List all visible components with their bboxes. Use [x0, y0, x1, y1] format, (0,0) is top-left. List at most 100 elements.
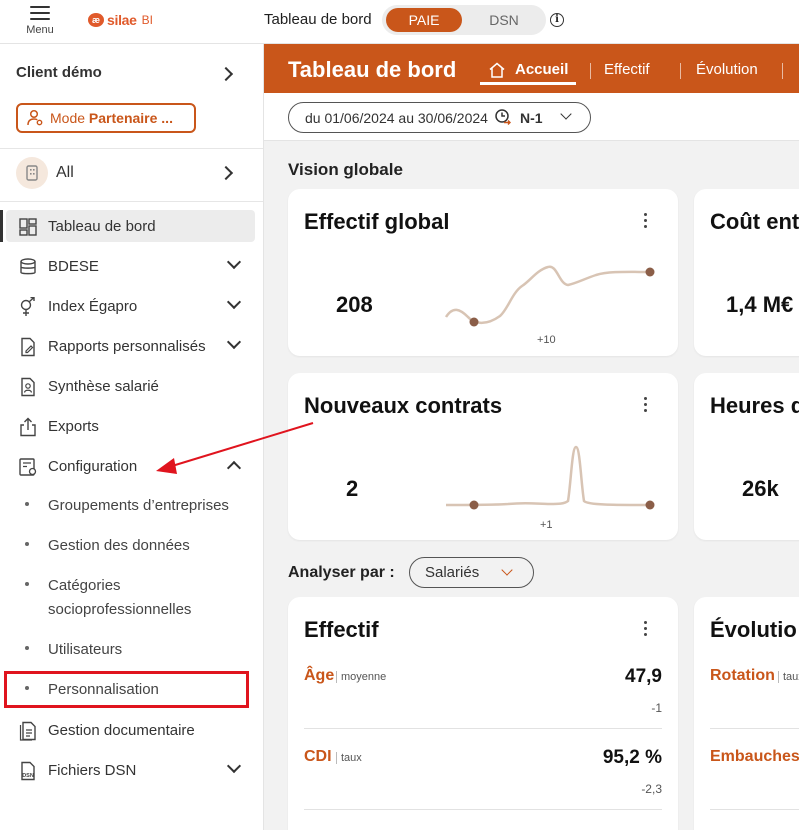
analyse-select-value: Salariés: [425, 564, 480, 581]
scope-label[interactable]: All: [56, 164, 74, 182]
page-title: Tableau de bord: [288, 57, 457, 82]
stat-sub-cdi: taux: [336, 752, 362, 764]
date-range-text: du 01/06/2024 au 30/06/2024: [305, 109, 488, 126]
sidebar-subitem-label: Gestion des données: [48, 537, 190, 554]
kpi-value: 26k: [742, 476, 779, 501]
sidebar-item-label: Exports: [48, 418, 99, 435]
sidebar-item-configuration[interactable]: Configuration: [0, 450, 263, 482]
sidebar-subitem-gestion-donnees[interactable]: Gestion des données: [0, 534, 263, 558]
toggle-paie[interactable]: PAIE: [386, 8, 462, 32]
sidebar-item-index-egapro[interactable]: Index Égapro: [0, 290, 263, 322]
sidebar-subitem-label-line1: Catégories: [48, 577, 121, 594]
tab-accueil[interactable]: Accueil: [515, 61, 568, 78]
evolution-details-card: Évolutio Rotation taux Embauches: [694, 597, 799, 830]
mode-prefix: Mode: [50, 110, 89, 126]
divider: [710, 728, 799, 729]
effectif-details-card: Effectif Âge moyenne 47,9 -1 CDI taux 95…: [288, 597, 678, 830]
card-title: Coût ent: [710, 209, 799, 234]
chevron-down-icon[interactable]: [226, 254, 242, 270]
card-title: Nouveaux contrats: [304, 393, 503, 418]
sidebar-item-gestion-documentaire[interactable]: Gestion documentaire: [0, 714, 263, 746]
page-header: Tableau de bord Accueil Effectif Évoluti…: [264, 44, 799, 93]
scope-avatar: [16, 157, 48, 189]
kpi-delta: +1: [540, 519, 553, 531]
filter-bar: du 01/06/2024 au 30/06/2024 N-1: [264, 93, 799, 141]
mode-partenaire-button[interactable]: Mode Partenaire ...: [16, 103, 196, 133]
card-title: Évolutio: [710, 617, 797, 642]
sidebar-item-label: Rapports personnalisés: [48, 338, 206, 355]
date-range-selector[interactable]: du 01/06/2024 au 30/06/2024 N-1: [288, 102, 591, 133]
export-icon: [20, 417, 36, 437]
info-icon[interactable]: i: [550, 13, 564, 27]
chevron-down-icon[interactable]: [226, 758, 242, 774]
chevron-down-icon: [560, 108, 572, 120]
sidebar-item-bdese[interactable]: BDESE: [0, 250, 263, 282]
chevron-down-icon[interactable]: [226, 334, 242, 350]
tab-separator: [782, 63, 783, 79]
top-bar-title: Tableau de bord: [264, 11, 372, 28]
kpi-value: 2: [346, 476, 359, 501]
divider: [304, 728, 662, 729]
employee-summary-icon: [21, 377, 35, 397]
home-icon: [489, 62, 505, 78]
stat-sub-rotation: taux: [778, 671, 799, 683]
sidebar-item-rapports-personnalises[interactable]: Rapports personnalisés: [0, 330, 263, 362]
sidebar-item-tableau-de-bord[interactable]: Tableau de bord: [0, 210, 263, 242]
more-options-icon[interactable]: [644, 621, 648, 637]
client-name[interactable]: Client démo: [16, 64, 102, 81]
stat-value-cdi: 95,2 %: [602, 747, 662, 768]
menu-label: Menu: [26, 24, 54, 36]
sidebar-item-fichiers-dsn[interactable]: DSN Fichiers DSN: [0, 754, 263, 786]
tab-separator: [680, 63, 681, 79]
stat-delta-cdi: -2,3: [641, 782, 662, 796]
divider: [0, 201, 263, 202]
active-tab-indicator: [480, 82, 576, 85]
card-title: Heures d: [710, 393, 799, 418]
configuration-icon: [19, 458, 37, 476]
divider: [710, 809, 799, 810]
stat-delta-age: -1: [651, 701, 662, 715]
comparison-label: N-1: [519, 109, 543, 126]
chevron-right-icon[interactable]: [218, 66, 234, 82]
dsn-file-icon: DSN: [21, 761, 35, 781]
stat-sub-age: moyenne: [336, 671, 386, 683]
sidebar-item-synthese-salarie[interactable]: Synthèse salarié: [0, 370, 263, 402]
sidebar-item-label: Synthèse salarié: [48, 378, 159, 395]
chevron-down-icon[interactable]: [226, 294, 242, 310]
sidebar-subitem-label: Groupements d’entreprises: [48, 497, 229, 514]
sidebar-subitem-utilisateurs[interactable]: Utilisateurs: [0, 638, 263, 662]
kpi-value: 1,4 M€: [726, 292, 794, 317]
stat-label-age[interactable]: Âge: [304, 667, 334, 685]
stat-label-rotation[interactable]: Rotation: [710, 667, 775, 685]
menu-button[interactable]: Menu: [20, 4, 60, 40]
sidebar-item-label: Fichiers DSN: [48, 762, 137, 779]
stat-label-embauches[interactable]: Embauches: [710, 748, 799, 766]
sidebar-subitem-groupements[interactable]: Groupements d’entreprises: [0, 494, 263, 518]
bullet: [25, 502, 29, 506]
bullet: [25, 646, 29, 650]
more-options-icon[interactable]: [644, 213, 648, 229]
toggle-dsn[interactable]: DSN: [466, 8, 542, 32]
chevron-up-icon[interactable]: [226, 460, 242, 476]
stat-label-cdi[interactable]: CDI: [304, 748, 332, 766]
database-icon: [20, 258, 36, 275]
dashboard-icon: [19, 218, 37, 236]
sidebar-item-exports[interactable]: Exports: [0, 410, 263, 442]
report-edit-icon: [21, 337, 35, 357]
tab-effectif[interactable]: Effectif: [604, 61, 650, 78]
chevron-right-icon[interactable]: [218, 165, 234, 181]
logo-text: silae: [107, 12, 137, 28]
document-icon: [19, 721, 36, 741]
paie-dsn-toggle: PAIE DSN: [382, 5, 546, 35]
analyse-select[interactable]: Salariés: [409, 557, 534, 588]
silae-bi-logo[interactable]: æ silae BI: [88, 11, 153, 29]
sidebar: Client démo Mode Partenaire ... All Tabl…: [0, 44, 264, 830]
more-options-icon[interactable]: [644, 397, 648, 413]
hamburger-icon: [30, 6, 50, 20]
tab-evolution[interactable]: Évolution: [696, 61, 758, 78]
sidebar-subitem-categories[interactable]: Catégories socioprofessionnelles: [0, 574, 263, 622]
bullet: [25, 542, 29, 546]
sparkline-effectif: [444, 265, 655, 327]
clock-compare-icon: [495, 108, 511, 125]
card-title: Effectif global: [304, 209, 450, 234]
